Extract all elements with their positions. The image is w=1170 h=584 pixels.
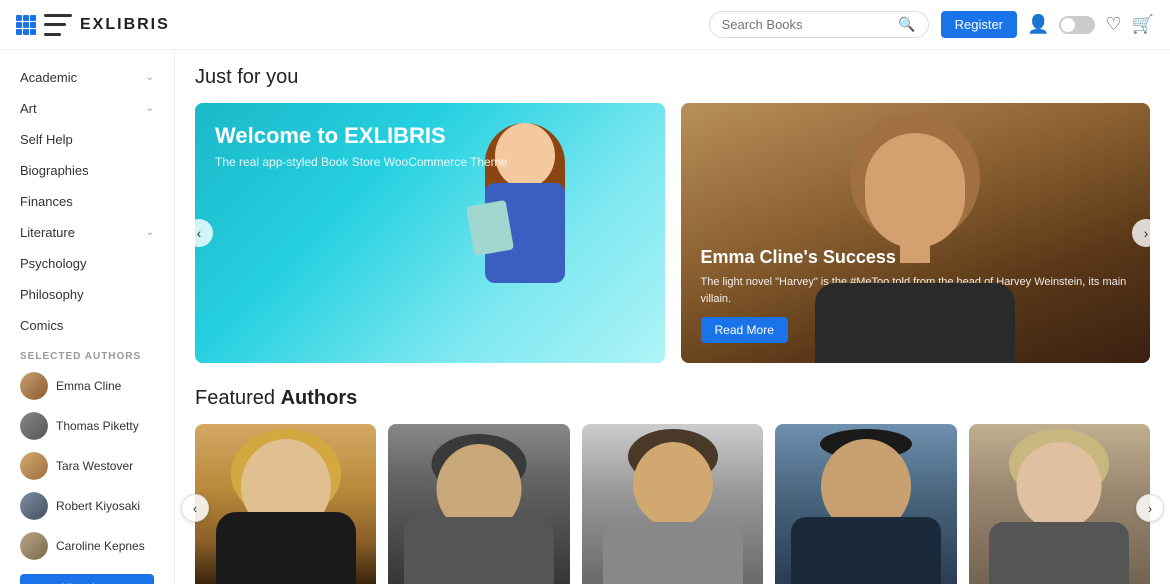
hero-banners: ‹ Welcome to EXLIBRIS The real app-style… [195, 103, 1150, 363]
hero-carousel-prev[interactable]: ‹ [185, 219, 213, 247]
author-card-2[interactable] [582, 424, 763, 584]
featured-authors-section: Featured Authors ‹ [195, 387, 1150, 584]
sidebar-item-selfhelp[interactable]: Self Help [0, 124, 174, 155]
avatar-caroline [20, 532, 48, 560]
hero-carousel-next[interactable]: › [1132, 219, 1160, 247]
authors-carousel-prev[interactable]: ‹ [181, 494, 209, 522]
hamburger-icon [44, 14, 72, 36]
chevron-down-icon: ⌄ [146, 72, 154, 83]
search-button[interactable]: 🔍 [898, 16, 915, 33]
avatar-emma [20, 372, 48, 400]
chevron-down-icon: ⌄ [146, 103, 154, 114]
search-input[interactable] [722, 17, 893, 32]
wishlist-icon[interactable]: ♡ [1105, 14, 1121, 35]
sidebar-item-literature[interactable]: Literature ⌄ [0, 217, 174, 248]
hero-left-subtitle: The real app-styled Book Store WooCommer… [215, 155, 645, 169]
sidebar-item-academic[interactable]: Academic ⌄ [0, 62, 174, 93]
hero-banner-left: Welcome to EXLIBRIS The real app-styled … [195, 103, 665, 363]
sidebar-item-art[interactable]: Art ⌄ [0, 93, 174, 124]
brand-name: EXLIBRIS [80, 16, 170, 34]
avatar-thomas [20, 412, 48, 440]
sidebar: Academic ⌄ Art ⌄ Self Help Biographies F… [0, 50, 175, 584]
author-card-0[interactable] [195, 424, 376, 584]
sidebar-item-biographies[interactable]: Biographies [0, 155, 174, 186]
nav-actions: Register 👤 ♡ 🛒 [941, 11, 1154, 38]
sidebar-item-comics[interactable]: Comics [0, 310, 174, 341]
sidebar-item-finances[interactable]: Finances [0, 186, 174, 217]
woman-face [865, 133, 965, 248]
grid-icon [16, 15, 36, 35]
avatar-robert [20, 492, 48, 520]
author-item-robert[interactable]: Robert Kiyosaki [0, 486, 174, 526]
signin-icon[interactable]: 👤 [1027, 14, 1049, 35]
hero-banner-right: Emma Cline's Success The light novel "Ha… [681, 103, 1151, 363]
authors-grid: ‹ [195, 424, 1150, 584]
woman-clothes [815, 283, 1015, 363]
author-card-1[interactable] [388, 424, 569, 584]
author-item-thomas[interactable]: Thomas Piketty [0, 406, 174, 446]
selected-authors-title: SELECTED AUTHORS [0, 341, 174, 366]
chevron-down-icon: ⌄ [146, 227, 154, 238]
banner-left-bg: Welcome to EXLIBRIS The real app-styled … [195, 103, 665, 363]
main-content: Just for you ‹ Welcome to EXLIBRIS [175, 50, 1170, 584]
just-for-you-title: Just for you [195, 66, 1150, 89]
featured-authors-title: Featured Authors [195, 387, 1150, 410]
register-button[interactable]: Register [941, 11, 1017, 38]
sidebar-item-psychology[interactable]: Psychology [0, 248, 174, 279]
authors-carousel-next[interactable]: › [1136, 494, 1164, 522]
theme-toggle[interactable] [1059, 16, 1095, 34]
author-item-tara[interactable]: Tara Westover [0, 446, 174, 486]
woman-neck [900, 233, 930, 263]
girl-book [465, 200, 513, 256]
author-item-caroline[interactable]: Caroline Kepnes [0, 526, 174, 566]
logo-area: EXLIBRIS [16, 14, 170, 36]
main-layout: Academic ⌄ Art ⌄ Self Help Biographies F… [0, 50, 1170, 584]
topnav: EXLIBRIS 🔍 Register 👤 ♡ 🛒 [0, 0, 1170, 50]
author-card-4[interactable] [969, 424, 1150, 584]
all-authors-button[interactable]: All authors [20, 574, 154, 584]
author-item-emma[interactable]: Emma Cline [0, 366, 174, 406]
avatar-tara [20, 452, 48, 480]
read-more-button[interactable]: Read More [701, 317, 788, 343]
sidebar-item-philosophy[interactable]: Philosophy [0, 279, 174, 310]
cart-icon[interactable]: 🛒 [1132, 14, 1154, 35]
search-box: 🔍 [709, 11, 929, 38]
author-card-3[interactable] [775, 424, 956, 584]
